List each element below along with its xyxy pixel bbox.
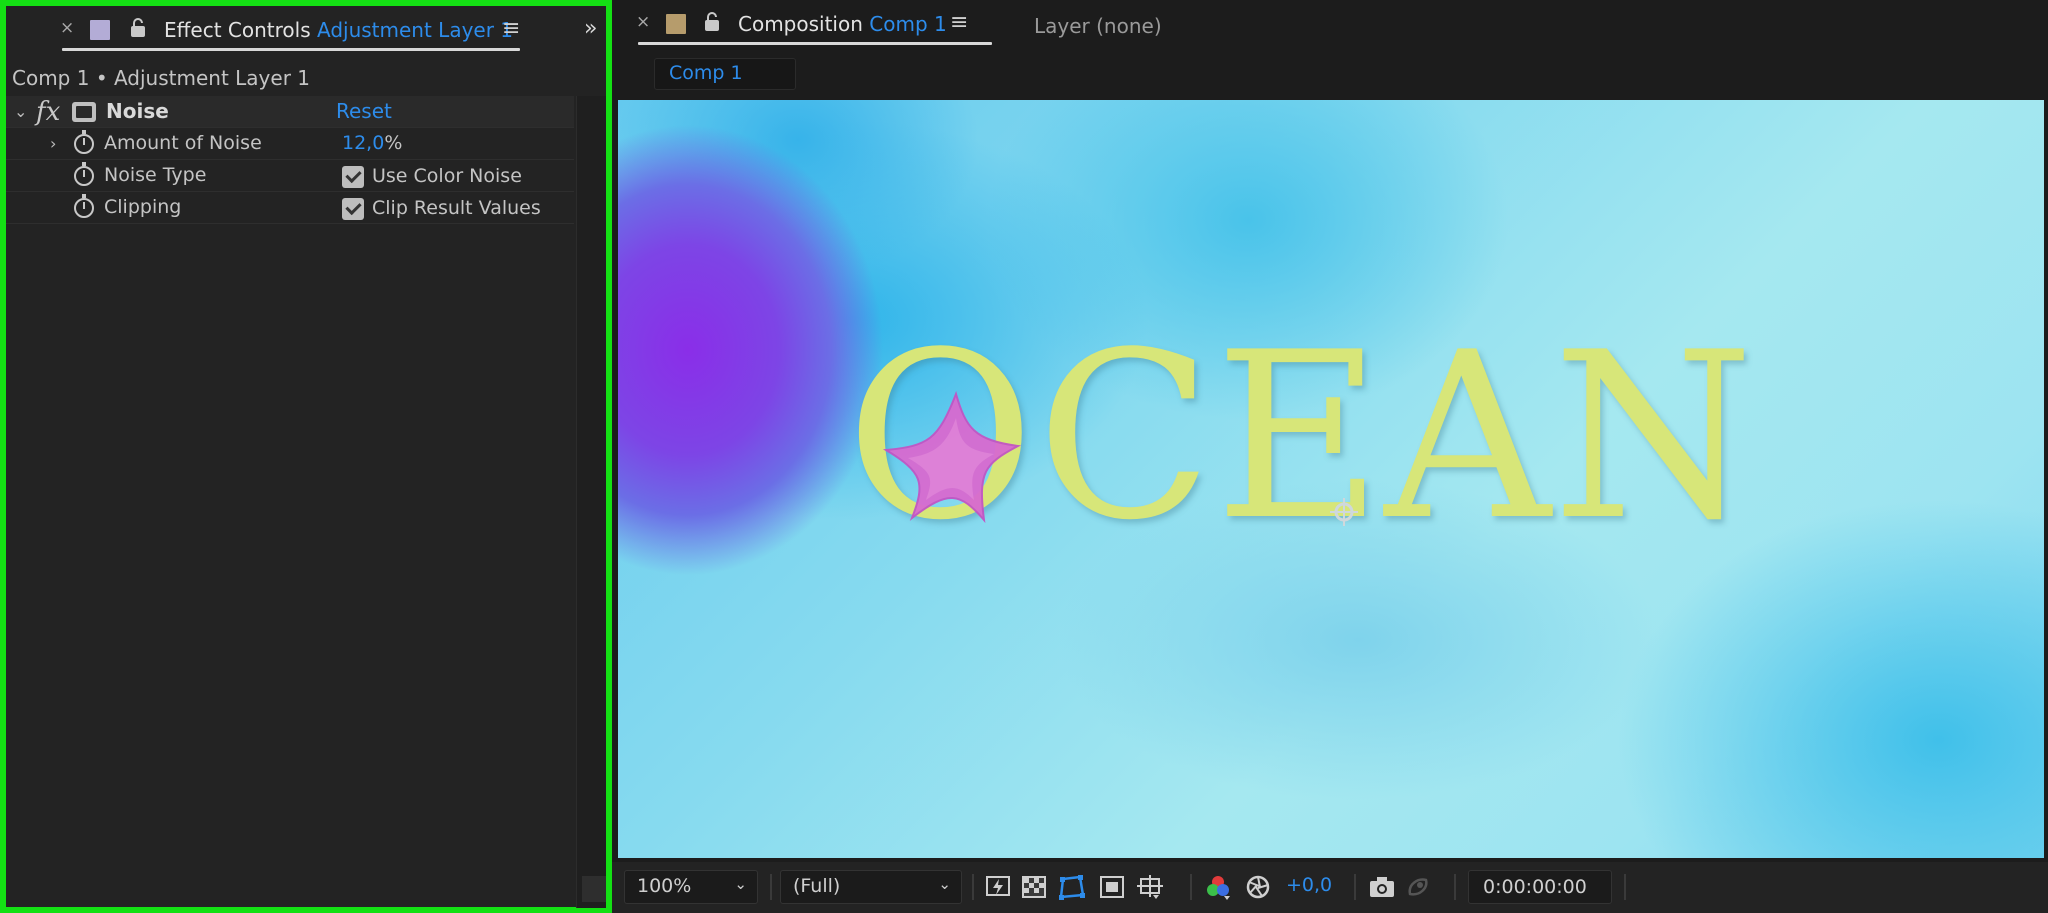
- camera-icon[interactable]: [1368, 874, 1396, 900]
- exposure-value[interactable]: +0,0: [1286, 874, 1332, 896]
- stopwatch-icon[interactable]: [74, 130, 94, 154]
- property-row-amount-of-noise: › Amount of Noise 12,0%: [6, 128, 574, 160]
- clip-result-values-checkbox[interactable]: [342, 198, 364, 220]
- layer-tab[interactable]: Layer (none): [1034, 14, 1162, 38]
- current-time-field[interactable]: 0:00:00:00: [1468, 870, 1612, 904]
- chevron-down-icon[interactable]: ⌄: [14, 102, 27, 121]
- stopwatch-icon[interactable]: [74, 162, 94, 186]
- toolbar-divider: [1190, 874, 1192, 900]
- composition-panel: × Composition Comp 1 ≡ Layer (none) Comp…: [612, 0, 2048, 913]
- close-icon[interactable]: ×: [60, 18, 74, 38]
- layer-path-label: Comp 1 • Adjustment Layer 1: [12, 66, 310, 90]
- grid-guides-icon[interactable]: [1136, 874, 1164, 900]
- property-label: Amount of Noise: [104, 132, 262, 154]
- toolbar-divider: [1624, 874, 1626, 900]
- scrollbar-thumb[interactable]: [582, 876, 606, 902]
- composition-viewer[interactable]: OCEAN: [618, 100, 2044, 858]
- resolution-dropdown[interactable]: (Full) ⌄: [780, 870, 962, 904]
- transparency-grid-icon[interactable]: [1020, 874, 1048, 900]
- region-of-interest-icon[interactable]: [1098, 874, 1126, 900]
- checkbox-label: Clip Result Values: [372, 197, 541, 219]
- effect-controls-panel: × Effect Controls Adjustment Layer 1 ≡ »…: [0, 0, 612, 913]
- lock-icon[interactable]: [130, 18, 146, 38]
- effect-properties-list: ⌄ fx Noise Reset › Amount of Noise 12,0%…: [6, 96, 574, 224]
- comp-color-swatch: [666, 14, 686, 34]
- panel-menu-icon[interactable]: ≡: [502, 16, 520, 41]
- toolbar-divider: [972, 874, 974, 900]
- active-tab-indicator: [638, 42, 992, 45]
- channel-rgb-icon[interactable]: [1204, 874, 1232, 900]
- chevron-down-icon: ⌄: [938, 875, 951, 893]
- close-icon[interactable]: ×: [636, 12, 650, 32]
- composition-tab[interactable]: Composition Comp 1: [738, 12, 947, 36]
- viewer-toolbar: 100% ⌄ (Full) ⌄ +0,0 0:00:00:00: [612, 862, 2048, 913]
- reset-link[interactable]: Reset: [336, 99, 392, 123]
- fx-toggle-icon[interactable]: fx: [36, 97, 60, 127]
- panel-menu-icon[interactable]: ≡: [950, 10, 968, 35]
- property-row-noise-type: Noise Type Use Color Noise: [6, 160, 574, 192]
- anchor-point-icon[interactable]: [1328, 496, 1360, 528]
- toolbar-divider: [1354, 874, 1356, 900]
- active-tab-indicator: [62, 48, 520, 51]
- use-color-noise-checkbox[interactable]: [342, 166, 364, 188]
- toolbar-divider: [1454, 874, 1456, 900]
- fast-previews-icon[interactable]: [984, 874, 1012, 900]
- stopwatch-icon[interactable]: [74, 194, 94, 218]
- chevron-down-icon: ⌄: [734, 875, 747, 893]
- chevron-right-icon[interactable]: ›: [50, 134, 56, 153]
- amount-of-noise-value[interactable]: 12,0%: [342, 132, 402, 154]
- effect-controls-tab-bar: × Effect Controls Adjustment Layer 1 ≡: [6, 6, 606, 52]
- vertical-scrollbar[interactable]: [576, 96, 606, 908]
- effect-badge-icon: [72, 102, 96, 122]
- effect-row-noise[interactable]: ⌄ fx Noise Reset: [6, 96, 574, 128]
- comp-breadcrumb-tab[interactable]: Comp 1: [654, 58, 796, 90]
- property-label: Clipping: [104, 196, 182, 218]
- toolbar-divider: [770, 874, 772, 900]
- checkbox-label: Use Color Noise: [372, 165, 522, 187]
- lock-icon[interactable]: [704, 12, 720, 32]
- composition-tab-bar: × Composition Comp 1 ≡ Layer (none): [612, 0, 2048, 46]
- zoom-dropdown[interactable]: 100% ⌄: [624, 870, 758, 904]
- property-row-clipping: Clipping Clip Result Values: [6, 192, 574, 224]
- starfish-graphic: [882, 390, 1022, 524]
- effect-controls-tab[interactable]: Effect Controls Adjustment Layer 1: [164, 18, 513, 42]
- mask-path-visibility-icon[interactable]: [1058, 874, 1086, 900]
- property-label: Noise Type: [104, 164, 207, 186]
- show-snapshot-icon[interactable]: [1404, 874, 1432, 900]
- expand-panels-icon[interactable]: »: [584, 16, 598, 41]
- layer-color-swatch: [90, 20, 110, 40]
- effect-name: Noise: [106, 99, 169, 123]
- reset-exposure-icon[interactable]: [1244, 874, 1272, 900]
